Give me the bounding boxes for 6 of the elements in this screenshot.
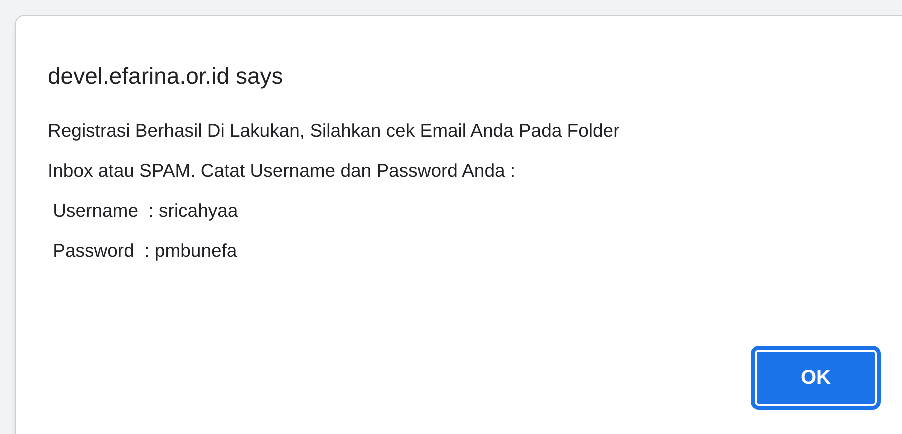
- message-text: Inbox atau SPAM. Catat Username dan Password Anda :: [48, 159, 516, 183]
- message-text: Registrasi Berhasil Di Lakukan, Silahkan cek Email Anda Pada Folder: [48, 119, 620, 143]
- message-text: Password : pmbunefa: [52, 239, 238, 263]
- ok-button[interactable]: OK: [751, 346, 881, 410]
- dialog-title: devel.efarina.or.id says: [48, 62, 284, 91]
- message-text: Username : sricahyaa: [52, 199, 238, 223]
